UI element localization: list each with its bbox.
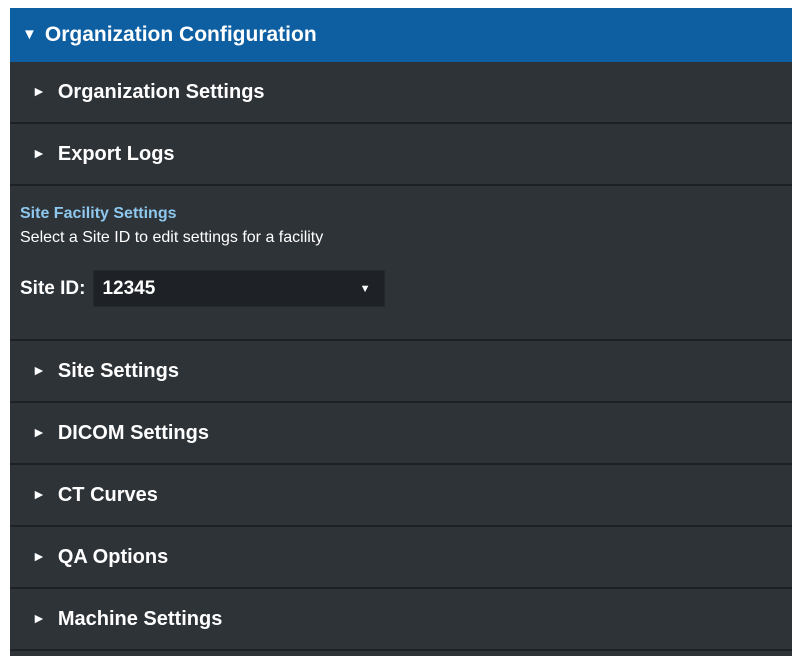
chevron-down-icon: ▼ <box>359 282 371 295</box>
caret-right-icon: ► <box>32 424 46 440</box>
section-label: Machine Settings <box>57 607 223 630</box>
caret-right-icon: ► <box>32 362 46 378</box>
section-dicom-settings[interactable]: ► DICOM Settings <box>10 403 792 465</box>
section-label: Organization Settings <box>57 80 265 103</box>
caret-right-icon: ► <box>32 548 46 564</box>
caret-right-icon: ► <box>32 83 46 99</box>
site-facility-settings: Site Facility Settings Select a Site ID … <box>10 186 792 341</box>
caret-right-icon: ► <box>32 145 46 161</box>
section-label: QA Options <box>57 545 169 568</box>
section-export-logs[interactable]: ► Export Logs <box>10 124 792 186</box>
section-ct-curves[interactable]: ► CT Curves <box>10 465 792 527</box>
site-id-row: Site ID: 12345 ▼ <box>20 270 792 307</box>
section-qa-options[interactable]: ► QA Options <box>10 527 792 589</box>
section-label: Export Logs <box>57 142 175 165</box>
caret-right-icon: ► <box>32 486 46 502</box>
section-label: DICOM Settings <box>57 421 209 444</box>
section-label: Site Settings <box>57 359 179 382</box>
section-label: CT Curves <box>57 483 158 506</box>
site-id-label: Site ID: <box>20 277 86 299</box>
site-id-value: 12345 <box>102 277 156 299</box>
section-site-settings[interactable]: ► Site Settings <box>10 341 792 403</box>
caret-down-icon: ▼ <box>22 25 37 43</box>
caret-right-icon: ► <box>32 610 46 626</box>
panel-title: Organization Configuration <box>44 23 317 46</box>
page-margin <box>0 0 10 656</box>
site-facility-heading: Site Facility Settings <box>20 205 177 222</box>
section-organization-settings[interactable]: ► Organization Settings <box>10 62 792 124</box>
section-machine-settings[interactable]: ► Machine Settings <box>10 589 792 651</box>
organization-configuration-header[interactable]: ▼ Organization Configuration <box>10 8 792 62</box>
site-facility-description: Select a Site ID to edit settings for a … <box>20 229 324 246</box>
site-id-select[interactable]: 12345 ▼ <box>93 270 386 307</box>
organization-configuration-panel: ▼ Organization Configuration ► Organizat… <box>10 8 792 656</box>
